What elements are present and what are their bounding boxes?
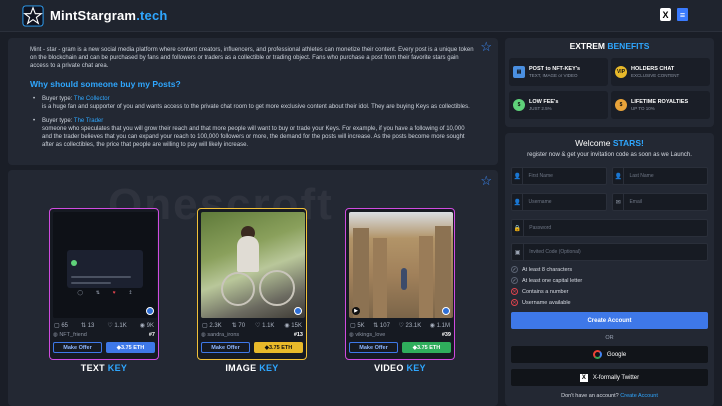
last-name-input[interactable] — [624, 173, 707, 179]
heart-icon: ♥ — [112, 290, 116, 296]
nft-card-image[interactable]: ▢ 2.3K ⇅ 70 ♡ 1.1K ◉ 15K ◍ sandra_irons … — [197, 208, 307, 360]
invited-code-input[interactable] — [524, 249, 707, 255]
coin-icon: $ — [513, 99, 525, 111]
play-icon[interactable]: ▶ — [352, 307, 360, 315]
x-icon: X — [579, 373, 588, 382]
cross-icon: ✕ — [511, 288, 518, 295]
last-name-field[interactable]: 👤 — [612, 167, 708, 185]
benefits-panel: EXTREM BENEFITS ▤ POST to NFT-KEY's TEXT,… — [505, 38, 714, 127]
password-field[interactable]: 🔒 — [511, 219, 708, 237]
user-icon: 👤 — [512, 194, 524, 210]
x-icon[interactable]: X — [660, 8, 671, 21]
vip-icon: VIP — [615, 66, 627, 78]
buy-price-button[interactable]: ◆ 3.75 ETH — [106, 342, 155, 353]
create-account-button[interactable]: Create Account — [511, 312, 708, 329]
card-stats: ▢ 2.3K ⇅ 70 ♡ 1.1K ◉ 15K — [202, 323, 302, 329]
intro-paragraph: Mint - star - gram is a new social media… — [30, 47, 474, 69]
no-account-text: Don't have an account? Create Account — [561, 393, 658, 399]
share-icon: ↥ — [128, 290, 133, 296]
card-media[interactable]: ▶ — [349, 212, 453, 318]
card-meta: ◍ sandra_irons #13 — [201, 332, 303, 338]
username-input[interactable] — [523, 199, 606, 205]
logo-text: MintStargram.tech — [50, 8, 168, 23]
nft-card-text[interactable]: ◯ ⇅ ♥ ↥ ▢ 65 ⇅ 13 ♡ 1.1K ◉ 9K ◍ NFT_frie… — [49, 208, 159, 360]
card-label-image: IMAGE KEY — [225, 363, 279, 373]
card-label-video: VIDEO KEY — [374, 363, 426, 373]
top-bar: MintStargram.tech X ≡ — [0, 0, 722, 32]
user-icon: 👤 — [512, 168, 524, 184]
logo[interactable]: MintStargram.tech — [22, 4, 168, 27]
first-name-input[interactable] — [523, 173, 606, 179]
mail-icon: ✉ — [613, 194, 625, 210]
google-icon — [592, 350, 602, 359]
ticket-icon: ▣ — [512, 244, 525, 260]
benefit-low-fees: $ LOW FEE's JUST 2.5% — [509, 91, 608, 119]
make-offer-button[interactable]: Make Offer — [201, 342, 250, 353]
verified-icon — [294, 307, 302, 315]
nft-card-video[interactable]: ▶ ▢ 5K ⇅ 107 ♡ 23.1K ◉ 1.1M ◍ vikings_lo… — [345, 208, 455, 360]
benefit-post-to-nft: ▤ POST to NFT-KEY's TEXT, IMAGE or VIDEO — [509, 58, 608, 86]
buyer-collector: Buyer type: The Collector is a huge fan … — [30, 95, 476, 111]
register-subtitle: register now & get your invitation code … — [527, 152, 692, 158]
make-offer-button[interactable]: Make Offer — [53, 342, 102, 353]
card-label-text: TEXT KEY — [80, 363, 128, 373]
avatar — [71, 259, 77, 266]
tweet-actions: ◯ ⇅ ♥ ↥ — [71, 290, 139, 296]
email-input[interactable] — [624, 199, 707, 205]
buy-price-button[interactable]: ◆ 3.75 ETH — [254, 342, 303, 353]
password-input[interactable] — [524, 225, 707, 231]
star-logo-icon — [22, 4, 44, 27]
create-account-link[interactable]: Create Account — [620, 393, 658, 399]
intro-panel: Mint - star - gram is a new social media… — [8, 38, 498, 165]
welcome-title: Welcome STARS! — [575, 138, 644, 148]
showcase-panel: ☆ Onescroft ◯ ⇅ ♥ ↥ ▢ 65 ⇅ 13 ♡ 1.1K ◉ 9… — [8, 170, 498, 406]
email-field[interactable]: ✉ — [612, 193, 708, 211]
check-icon: ✓ — [511, 277, 518, 284]
card-stats: ▢ 65 ⇅ 13 ♡ 1.1K ◉ 9K — [54, 323, 154, 329]
intro-heading: Why should someone buy my Posts? — [30, 79, 181, 89]
comment-icon: ◯ — [77, 290, 83, 296]
rule-number: ✕ Contains a number — [511, 288, 569, 295]
favorite-star-icon[interactable]: ☆ — [480, 174, 492, 187]
benefit-holders-chat: VIP HOLDERS CHAT EXCLUSIVE CONTENT — [611, 58, 710, 86]
google-login-button[interactable]: Google — [511, 346, 708, 363]
rule-capital-letter: ✓ At least one capital letter — [511, 277, 583, 284]
walking-person — [401, 268, 407, 290]
card-stats: ▢ 5K ⇅ 107 ♡ 23.1K ◉ 1.1M — [350, 323, 450, 329]
document-icon[interactable]: ≡ — [677, 8, 688, 21]
or-divider: OR — [605, 335, 614, 341]
card-media[interactable] — [201, 212, 305, 318]
benefit-lifetime-royalties: $ LIFETIME ROYALTIES UP TO 10% — [611, 91, 710, 119]
buy-price-button[interactable]: ◆ 3.75 ETH — [402, 342, 451, 353]
buyer-trader: Buyer type: The Trader someone who specu… — [30, 117, 476, 149]
username-field[interactable]: 👤 — [511, 193, 607, 211]
favorite-star-icon[interactable]: ☆ — [480, 40, 492, 53]
verified-icon — [146, 307, 154, 315]
user-icon: 👤 — [613, 168, 625, 184]
lock-icon: 🔒 — [512, 220, 525, 236]
check-icon: ✓ — [511, 266, 518, 273]
card-meta: ◍ vikings_love #39 — [349, 332, 451, 338]
x-login-button[interactable]: X X-formally Twitter — [511, 369, 708, 386]
benefits-title: EXTREM BENEFITS — [569, 41, 650, 51]
tweet-preview: ◯ ⇅ ♥ ↥ — [67, 250, 143, 296]
make-offer-button[interactable]: Make Offer — [349, 342, 398, 353]
verified-icon — [442, 307, 450, 315]
rule-username-available: ✕ Username available — [511, 299, 571, 306]
card-meta: ◍ NFT_friend #7 — [53, 332, 155, 338]
card-media[interactable]: ◯ ⇅ ♥ ↥ — [53, 212, 157, 318]
nft-icon: ▤ — [513, 66, 525, 78]
register-panel: Welcome STARS! register now & get your i… — [505, 133, 714, 406]
rule-min-length: ✓ At least 8 characters — [511, 266, 573, 273]
repost-icon: ⇅ — [95, 290, 100, 296]
invited-code-field[interactable]: ▣ — [511, 243, 708, 261]
moneybag-icon: $ — [615, 99, 627, 111]
first-name-field[interactable]: 👤 — [511, 167, 607, 185]
cross-icon: ✕ — [511, 299, 518, 306]
